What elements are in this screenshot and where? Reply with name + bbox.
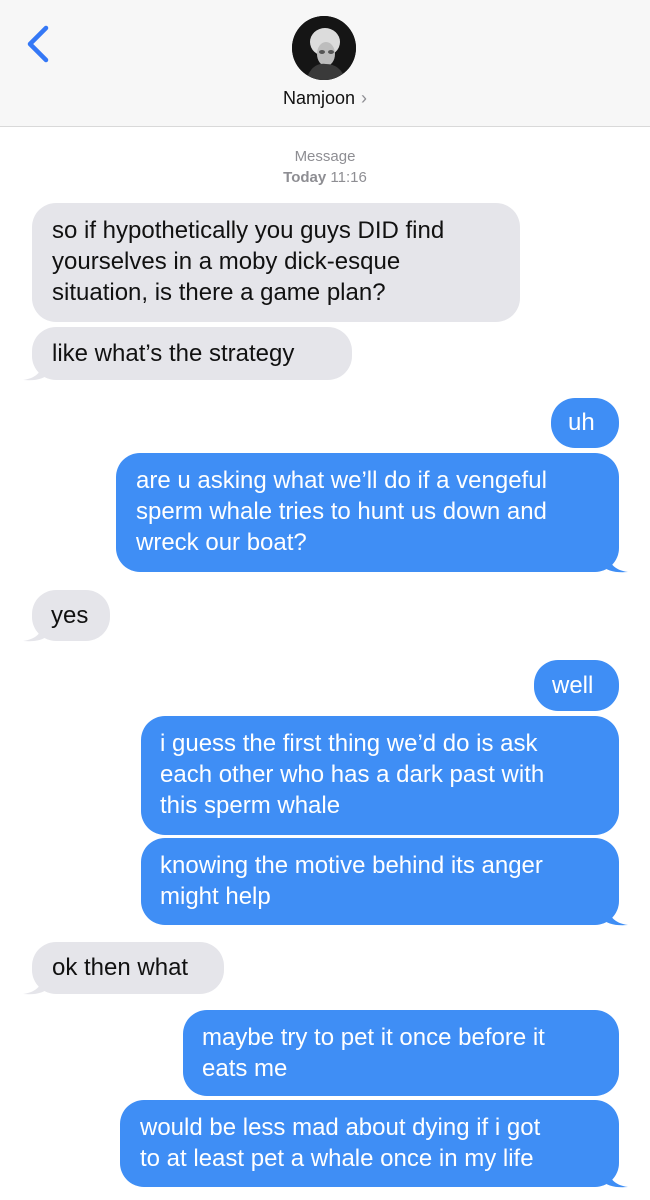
contact-photo bbox=[292, 16, 356, 80]
avatar[interactable] bbox=[292, 16, 356, 80]
conversation-header: Namjoon › bbox=[0, 0, 650, 127]
message-line: ok then what bbox=[52, 954, 189, 981]
message-bubble-received[interactable]: like what’s the strategy bbox=[23, 327, 352, 381]
message-line: might help bbox=[160, 883, 271, 910]
message-bubble-sent[interactable]: would be less mad about dying if i got t… bbox=[120, 1100, 628, 1188]
message-line: would be less mad about dying if i got bbox=[140, 1114, 541, 1141]
message-bubble-sent[interactable]: i guess the first thing we’d do is ask e… bbox=[141, 716, 619, 835]
contact-name: Namjoon bbox=[282, 88, 356, 108]
message-bubble-sent[interactable]: knowing the motive behind its anger migh… bbox=[141, 838, 628, 926]
message-line: each other who has a dark past with bbox=[160, 761, 545, 788]
message-line: situation, is there a game plan? bbox=[52, 279, 386, 306]
message-bubble-sent[interactable]: uh bbox=[551, 398, 619, 448]
message-line: sperm whale tries to hunt us down and bbox=[136, 498, 547, 525]
chevron-right-icon: › bbox=[361, 88, 368, 108]
message-bubble-sent[interactable]: maybe try to pet it once before it eats … bbox=[183, 1010, 619, 1096]
message-line: well bbox=[552, 672, 594, 699]
message-line: this sperm whale bbox=[160, 792, 341, 819]
message-line: eats me bbox=[202, 1055, 288, 1082]
message-bubble-received[interactable]: so if hypothetically you guys DID find y… bbox=[32, 203, 520, 322]
message-bubble-sent[interactable]: well bbox=[534, 660, 619, 711]
message-line: wreck our boat? bbox=[136, 529, 307, 556]
message-line: so if hypothetically you guys DID find bbox=[52, 217, 445, 244]
date-time-label: Today 11:16 bbox=[0, 167, 650, 188]
time-label: 11:16 bbox=[330, 169, 367, 186]
bubble-tail bbox=[23, 620, 49, 642]
bubble-tail bbox=[23, 973, 49, 995]
message-line: are u asking what we’ll do if a vengeful bbox=[136, 467, 547, 494]
service-label: Message bbox=[294, 148, 356, 165]
conversation-timestamp: Message Today 11:16 bbox=[0, 146, 650, 188]
back-button[interactable] bbox=[20, 22, 60, 66]
message-bubble-received[interactable]: ok then what bbox=[23, 942, 224, 995]
message-bubble-received[interactable]: yes bbox=[23, 590, 110, 642]
bubble-tail bbox=[602, 904, 628, 926]
message-line: yourselves in a moby dick-esque bbox=[52, 248, 401, 275]
message-line: uh bbox=[568, 409, 595, 436]
message-line: knowing the motive behind its anger bbox=[160, 852, 543, 879]
message-line: to at least pet a whale once in my life bbox=[140, 1145, 534, 1172]
chevron-left-icon bbox=[27, 25, 49, 63]
message-line: like what’s the strategy bbox=[52, 340, 295, 367]
messages-screen: Namjoon › Message Today 11:16 so if hypot… bbox=[0, 0, 650, 1200]
message-bubble-sent[interactable]: are u asking what we’ll do if a vengeful… bbox=[116, 453, 628, 573]
bubble-tail bbox=[602, 551, 628, 573]
message-line: yes bbox=[51, 602, 89, 629]
message-line: maybe try to pet it once before it bbox=[202, 1024, 545, 1051]
message-line: i guess the first thing we’d do is ask bbox=[160, 730, 538, 757]
day-label: Today bbox=[283, 169, 327, 186]
contact-name-button[interactable]: Namjoon › bbox=[0, 88, 650, 109]
bubble-tail bbox=[23, 359, 49, 381]
bubble-tail bbox=[602, 1166, 628, 1188]
